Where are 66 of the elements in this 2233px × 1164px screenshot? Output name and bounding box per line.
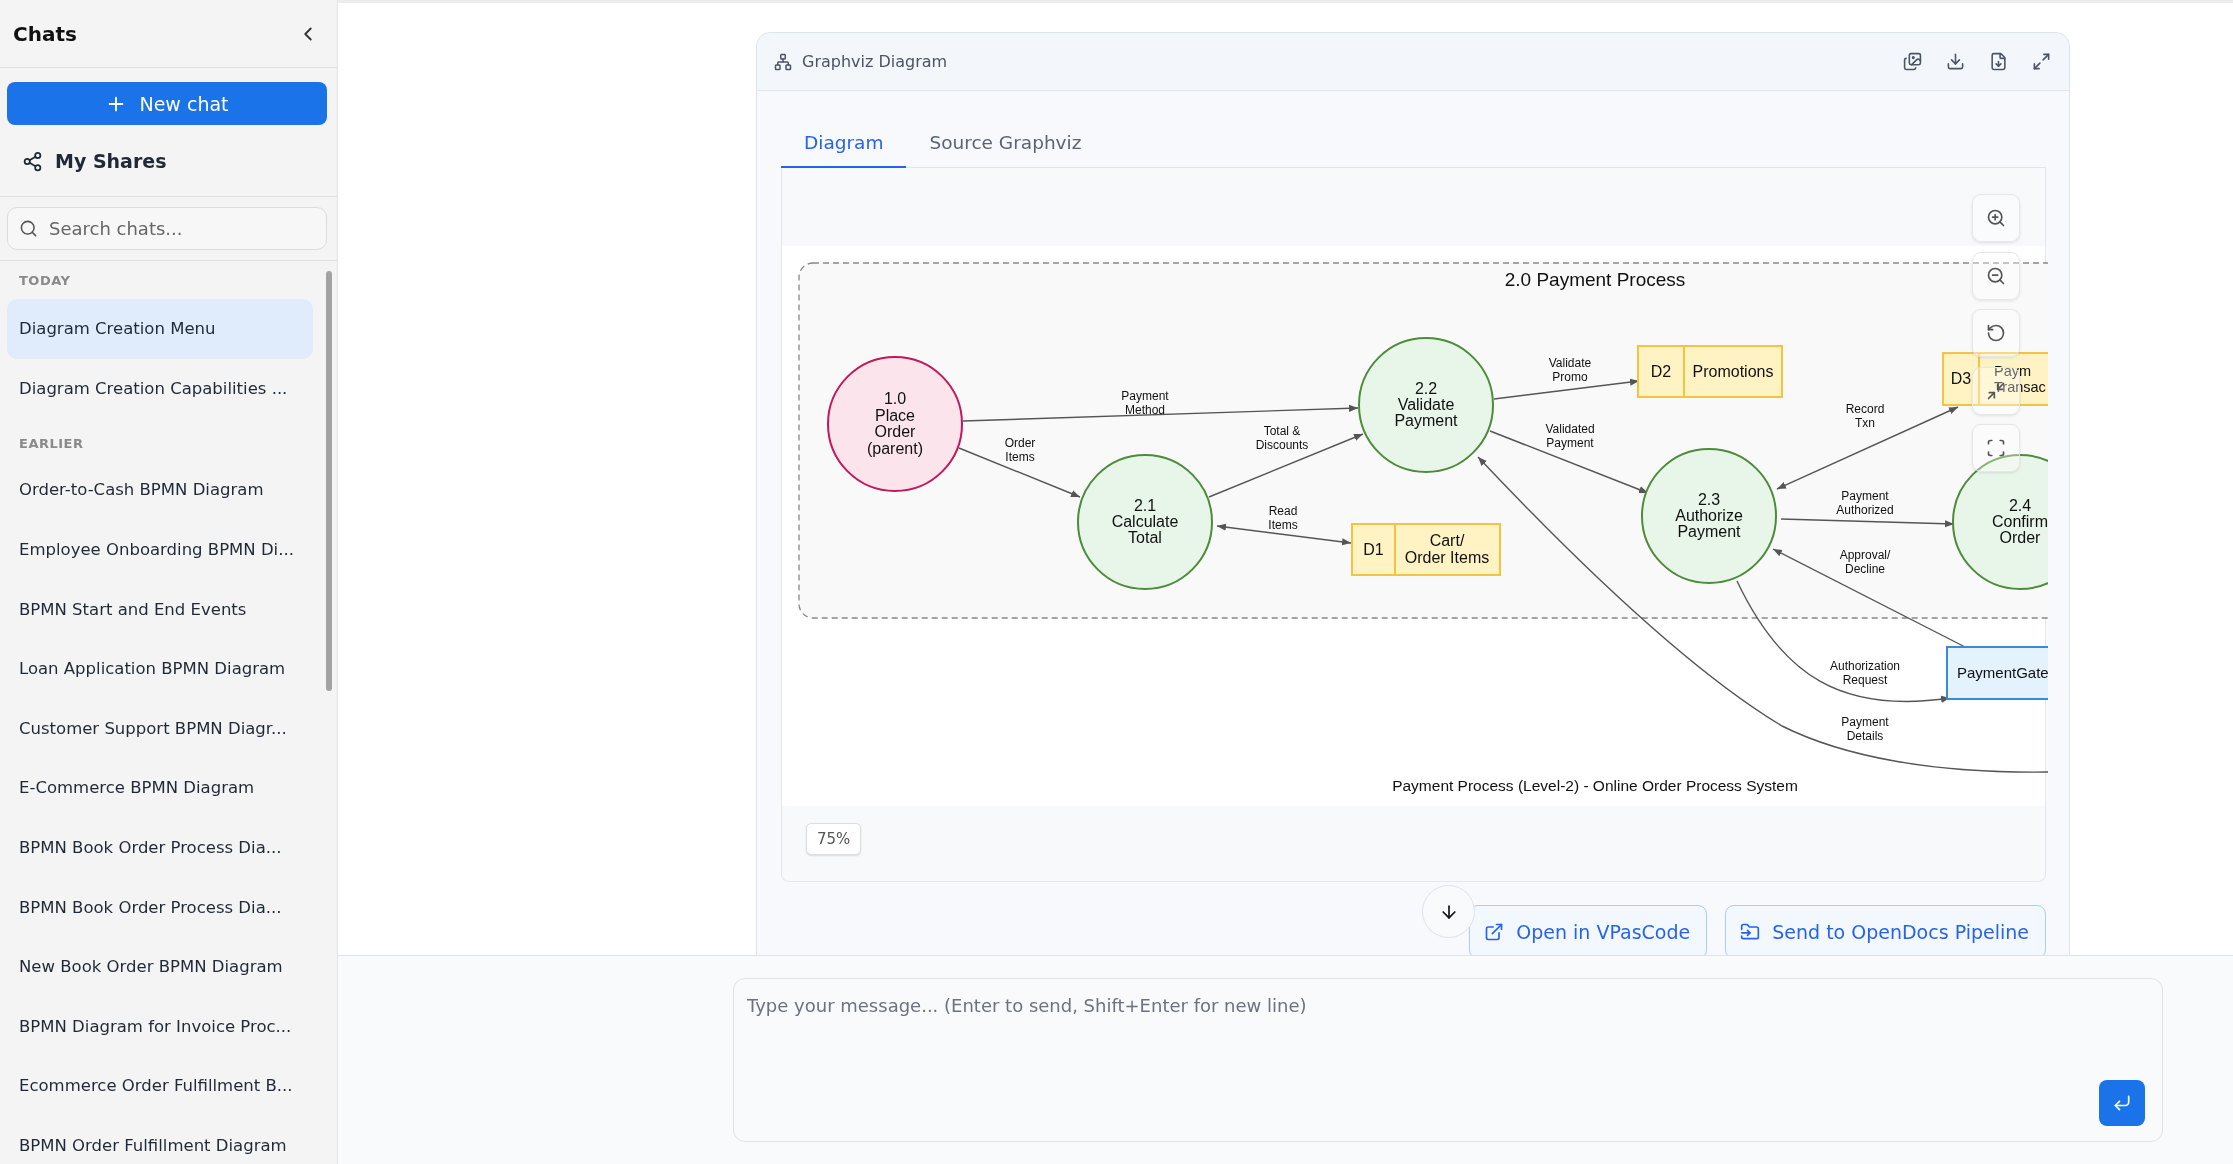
chat-item[interactable]: BPMN Diagram for Invoice Proc...	[7, 996, 313, 1057]
download-icon[interactable]	[1946, 52, 1965, 71]
parent-process-node: 1.0 Place Order (parent)	[827, 356, 963, 492]
expand-icon[interactable]	[2032, 52, 2051, 71]
chat-item[interactable]: Diagram Creation Menu	[7, 299, 313, 359]
new-chat-button[interactable]: New chat	[7, 82, 327, 125]
data-store: D1 Cart/ Order Items	[1351, 523, 1501, 576]
group-label: TODAY	[18, 272, 72, 290]
cluster-title: 2.0 Payment Process	[1504, 269, 1686, 290]
zoom-in-icon[interactable]	[1986, 208, 2006, 228]
message-field[interactable]: Type your message... (Enter to send, Shift+Enter for new line)	[733, 978, 2163, 1142]
tab[interactable]: Source Graphviz	[906, 118, 1105, 168]
fullscreen-icon[interactable]	[1986, 438, 2006, 458]
chat-item[interactable]: BPMN Book Order Process Dia...	[7, 877, 313, 937]
external-link-icon	[1484, 922, 1505, 942]
chat-item[interactable]: Employee Onboarding BPMN Di...	[7, 519, 313, 580]
chat-item[interactable]: BPMN Book Order Process Dia...	[7, 817, 313, 878]
flow-label: Record Txn	[1845, 402, 1885, 430]
flow-label: Order Items	[1004, 436, 1036, 464]
folder-icon	[1740, 922, 1761, 942]
share-icon	[22, 150, 43, 172]
chat-item[interactable]: Ecommerce Order Fulfillment B...	[7, 1056, 313, 1116]
open-button[interactable]: Open in VPasCode	[1469, 905, 1708, 955]
process-node: 2.4 Confirm Order	[1952, 454, 2048, 590]
data-store: D3 Paym Transac	[1942, 352, 2048, 406]
card-title: Graphviz Diagram	[802, 52, 949, 71]
rotate-icon[interactable]	[1986, 323, 2006, 343]
send-to-pipeline-button[interactable]: Send to OpenDocs Pipeline	[1725, 905, 2046, 955]
chat-item[interactable]: Order-to-Cash BPMN Diagram	[7, 460, 313, 520]
external-entity: PaymentGate	[1946, 646, 2048, 700]
flow-label: Authorization Request	[1830, 659, 1900, 687]
process-node: 2.3 Authorize Payment	[1641, 448, 1777, 584]
data-store: D2 Promotions	[1637, 345, 1783, 398]
flow-label: Validate Promo	[1548, 356, 1592, 384]
send-button[interactable]	[2099, 1080, 2145, 1126]
flow-label: Approval/ Decline	[1839, 548, 1891, 576]
flow-label: Read Items	[1268, 504, 1298, 532]
chat-item[interactable]: Diagram Creation Capabilities ...	[7, 358, 313, 419]
file-download-icon[interactable]	[1989, 52, 2008, 71]
my-shares-link[interactable]: My Shares	[7, 140, 330, 182]
flow-label: Payment Details	[1841, 715, 1889, 743]
flow-label: Total & Discounts	[1255, 424, 1309, 452]
process-node: 2.2 Validate Payment	[1358, 337, 1494, 473]
flow-label: Payment Authorized	[1836, 489, 1894, 517]
diagram-caption: Payment Process (Level-2) - Online Order Process System	[1392, 777, 1798, 794]
process-node: 2.1 Calculate Total	[1077, 454, 1213, 590]
zoom-out-icon[interactable]	[1986, 265, 2006, 286]
sidebar-title: Chats	[13, 21, 77, 46]
chat-item[interactable]: Customer Support BPMN Diagr...	[7, 698, 313, 759]
chat-item[interactable]: BPMN Order Fulfillment Diagram	[7, 1115, 313, 1164]
group-label: EARLIER	[18, 435, 85, 454]
zoom-out-button[interactable]	[1972, 251, 2020, 300]
zoom-in-button[interactable]	[1972, 194, 2020, 242]
scrollbar[interactable]	[326, 271, 332, 691]
chat-item[interactable]: Loan Application BPMN Diagram	[7, 638, 313, 699]
search-field[interactable]: Search chats...	[7, 207, 327, 250]
chat-item[interactable]: New Book Order BPMN Diagram	[7, 936, 313, 997]
zoom-level: 75%	[806, 823, 862, 855]
enter-icon[interactable]	[2112, 1093, 2132, 1113]
flow-label: Payment Method	[1121, 389, 1169, 417]
chat-item[interactable]: BPMN Start and End Events	[7, 579, 313, 639]
chat-item[interactable]: E-Commerce BPMN Diagram	[7, 758, 313, 818]
flow-label: Validated Payment	[1545, 422, 1595, 450]
reset-button[interactable]	[1972, 309, 2020, 357]
copy-image-icon[interactable]	[1903, 52, 1922, 71]
diagram-icon	[774, 52, 792, 71]
